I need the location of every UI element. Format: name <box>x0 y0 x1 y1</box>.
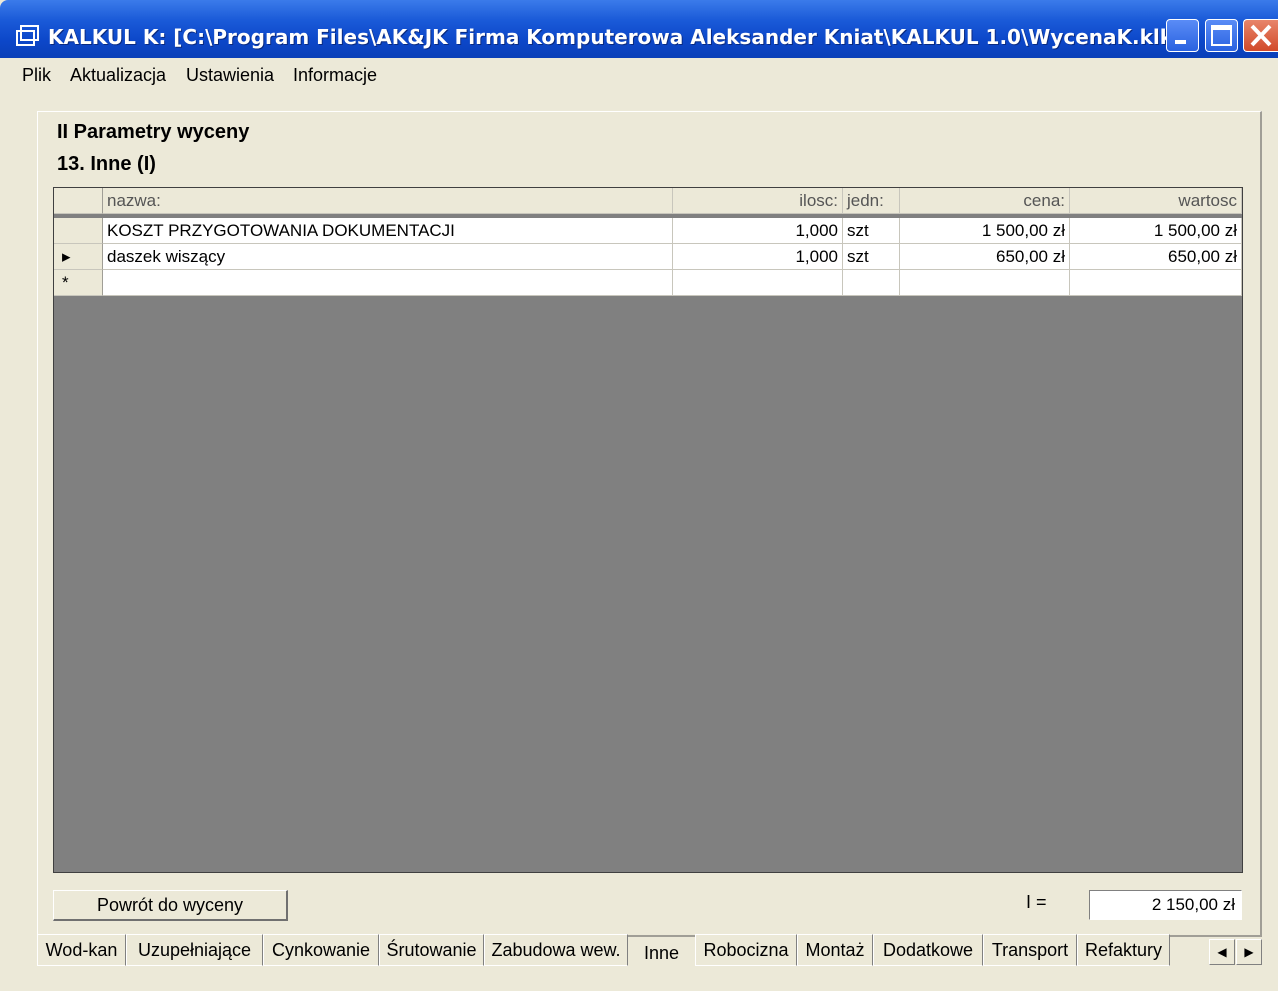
cell-cena[interactable]: 650,00 zł <box>900 244 1070 270</box>
sum-label: I = <box>1026 892 1047 912</box>
sum-value-field[interactable]: 2 150,00 zł <box>1089 890 1242 920</box>
back-to-valuation-button[interactable]: Powrót do wyceny <box>53 890 288 921</box>
title-bar: KALKUL K: [C:\Program Files\AK&JK Firma … <box>0 0 1278 58</box>
tab-inne[interactable]: Inne <box>628 938 695 968</box>
cell-ilosc[interactable]: 1,000 <box>673 218 843 244</box>
window-title: KALKUL K: [C:\Program Files\AK&JK Firma … <box>48 25 1183 49</box>
tab-wod-kan[interactable]: Wod-kan <box>37 934 126 966</box>
tab-scroll-right-button[interactable]: ▶ <box>1236 939 1262 965</box>
cell-nazwa[interactable]: KOSZT PRZYGOTOWANIA DOKUMENTACJI <box>103 218 673 244</box>
cell-wartosc[interactable]: 1 500,00 zł <box>1070 218 1242 244</box>
cell-nazwa[interactable] <box>103 270 673 296</box>
menu-informacje[interactable]: Informacje <box>293 65 377 86</box>
minimize-icon <box>1175 40 1186 44</box>
tab-srutowanie[interactable]: Śrutowanie <box>379 934 484 966</box>
tab-uzupelniajace[interactable]: Uzupełniające <box>126 934 263 966</box>
cell-wartosc[interactable]: 650,00 zł <box>1070 244 1242 270</box>
cell-ilosc[interactable] <box>673 270 843 296</box>
row-selector[interactable]: ▸ <box>54 244 103 270</box>
cell-nazwa[interactable]: daszek wiszący <box>103 244 673 270</box>
grid-header-row: nazwa: ilosc: jedn: cena: wartosc <box>54 188 1242 214</box>
tab-scroll-left-button[interactable]: ◀ <box>1209 939 1235 965</box>
tab-refaktury[interactable]: Refaktury <box>1077 934 1170 966</box>
maximize-button[interactable] <box>1205 19 1238 52</box>
menu-bar: Plik Aktualizacja Ustawienia Informacje <box>0 58 1278 92</box>
menu-ustawienia[interactable]: Ustawienia <box>186 65 274 86</box>
section-subtitle: 13. Inne (I) <box>57 153 156 175</box>
tab-zabudowa-wew[interactable]: Zabudowa wew. <box>484 934 628 966</box>
header-ilosc[interactable]: ilosc: <box>673 188 843 214</box>
new-row[interactable]: * <box>54 270 1242 296</box>
cell-cena[interactable]: 1 500,00 zł <box>900 218 1070 244</box>
row-selector[interactable] <box>54 218 103 244</box>
table-row[interactable]: ▸ daszek wiszący 1,000 szt 650,00 zł 650… <box>54 244 1242 270</box>
arrow-right-icon: ▶ <box>1244 945 1254 959</box>
header-wartosc[interactable]: wartosc <box>1070 188 1242 214</box>
table-row[interactable]: KOSZT PRZYGOTOWANIA DOKUMENTACJI 1,000 s… <box>54 218 1242 244</box>
close-icon <box>1250 24 1272 47</box>
cell-ilosc[interactable]: 1,000 <box>673 244 843 270</box>
maximize-icon <box>1211 25 1232 46</box>
section-title: II Parametry wyceny <box>57 121 250 143</box>
cell-jedn[interactable]: szt <box>843 244 900 270</box>
cell-jedn[interactable] <box>843 270 900 296</box>
menu-plik[interactable]: Plik <box>22 65 51 86</box>
tab-cynkowanie[interactable]: Cynkowanie <box>263 934 379 966</box>
cell-jedn[interactable]: szt <box>843 218 900 244</box>
cell-cena[interactable] <box>900 270 1070 296</box>
tab-robocizna[interactable]: Robocizna <box>695 934 797 966</box>
app-icon <box>16 25 39 46</box>
tab-montaz[interactable]: Montaż <box>797 934 873 966</box>
menu-aktualizacja[interactable]: Aktualizacja <box>70 65 166 86</box>
data-grid[interactable]: nazwa: ilosc: jedn: cena: wartosc KOSZT … <box>53 187 1243 873</box>
arrow-left-icon: ◀ <box>1217 945 1227 959</box>
cell-wartosc[interactable] <box>1070 270 1242 296</box>
minimize-button[interactable] <box>1166 19 1199 52</box>
new-row-marker[interactable]: * <box>54 270 103 296</box>
close-button[interactable] <box>1243 19 1278 52</box>
header-jedn[interactable]: jedn: <box>843 188 900 214</box>
header-selector <box>54 188 103 214</box>
header-cena[interactable]: cena: <box>900 188 1070 214</box>
header-nazwa[interactable]: nazwa: <box>103 188 673 214</box>
tab-transport[interactable]: Transport <box>983 934 1077 966</box>
tab-dodatkowe[interactable]: Dodatkowe <box>873 934 983 966</box>
